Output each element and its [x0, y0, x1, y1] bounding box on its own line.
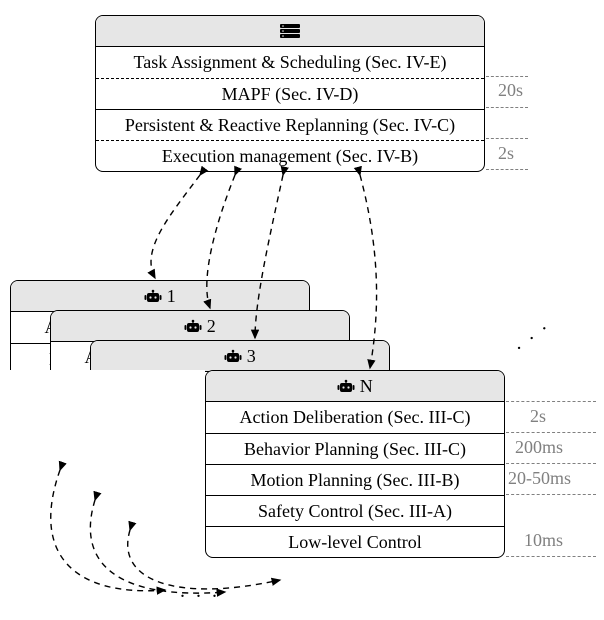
robot-timing-r0: 2s	[530, 406, 546, 427]
robot-timing-r4: 10ms	[524, 530, 563, 551]
server-timing-upper: 20s	[498, 80, 523, 101]
server-timing-line-upper-bottom	[486, 107, 528, 108]
robot-icon	[144, 286, 162, 306]
robot-box-n: N Action Deliberation (Sec. III-C) Behav…	[205, 370, 505, 558]
robot-timing-line-4	[506, 556, 596, 557]
server-row-mapf: MAPF (Sec. IV-D)	[96, 78, 484, 109]
robot-label-1: 1	[167, 286, 176, 306]
robot-timing-line-3	[506, 494, 596, 495]
robot-label-n: N	[360, 376, 373, 396]
robotn-row-action-deliberation: Action Deliberation (Sec. III-C)	[206, 402, 504, 433]
robot-header-3: 3	[91, 341, 389, 372]
server-row-task-assignment: Task Assignment & Scheduling (Sec. IV-E)	[96, 47, 484, 78]
server-row-replanning: Persistent & Reactive Replanning (Sec. I…	[96, 109, 484, 140]
robot-timing-line-2	[506, 463, 596, 464]
server-header	[96, 16, 484, 47]
ellipsis-bottom: . . .	[180, 580, 220, 603]
robotn-row-behavior-planning: Behavior Planning (Sec. III-C)	[206, 433, 504, 464]
robot-timing-line-1	[506, 432, 596, 433]
server-icon	[279, 21, 301, 41]
server-timing-line-lower-top	[486, 138, 528, 139]
lhs-clip-strip	[0, 370, 205, 570]
server-timing-line-upper-top	[486, 76, 528, 77]
server-timing-lower: 2s	[498, 143, 514, 164]
arrow-server-to-r1	[151, 175, 200, 278]
robotn-row-motion-planning: Motion Planning (Sec. III-B)	[206, 464, 504, 495]
robot-label-2: 2	[207, 316, 216, 336]
robot-icon	[184, 316, 202, 336]
server-box: Task Assignment & Scheduling (Sec. IV-E)…	[95, 15, 485, 172]
server-row-exec-mgmt: Execution management (Sec. IV-B)	[96, 140, 484, 171]
robot-timing-r1: 200ms	[515, 437, 563, 458]
robot-header-n: N	[206, 371, 504, 402]
robotn-row-safety-control: Safety Control (Sec. III-A)	[206, 495, 504, 526]
robot-icon	[224, 346, 242, 366]
robot-timing-r2: 20-50ms	[508, 468, 571, 489]
robotn-row-low-level-control: Low-level Control	[206, 526, 504, 557]
robot-icon	[337, 376, 355, 396]
server-timing-line-lower-bottom	[486, 169, 528, 170]
robot-header-2: 2	[51, 311, 349, 342]
robot-header-1: 1	[11, 281, 309, 312]
robot-timing-line-0	[506, 401, 596, 402]
diagram-stage: Task Assignment & Scheduling (Sec. IV-E)…	[0, 0, 604, 620]
robot-label-3: 3	[247, 346, 256, 366]
ellipsis-top-right: . . .	[507, 312, 553, 355]
